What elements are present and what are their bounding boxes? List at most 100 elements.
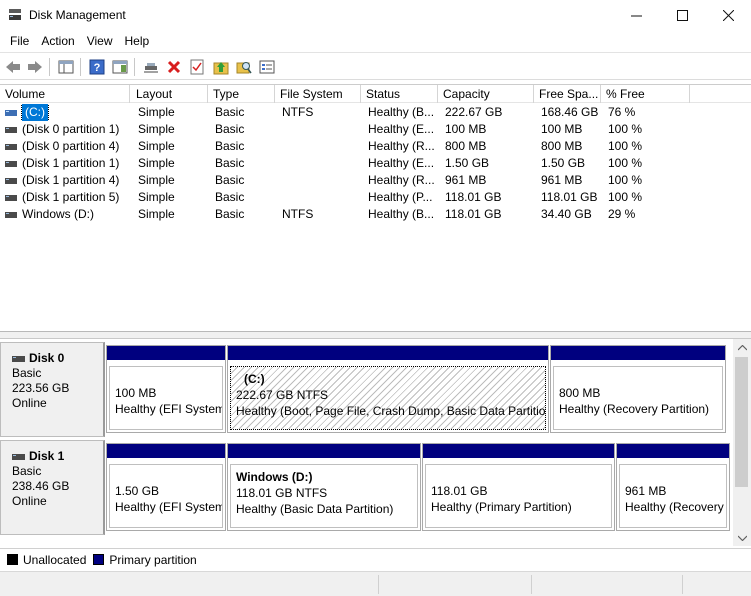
toolbar: ? <box>0 52 751 80</box>
volume-name: (Disk 0 partition 4) <box>22 139 120 153</box>
volume-icon <box>5 160 17 167</box>
partition-size: 961 MB <box>625 484 667 498</box>
partition-size: 1.50 GB <box>115 484 160 498</box>
volume-list: Volume Layout Type File System Status Ca… <box>0 84 751 331</box>
partition-size: 118.01 GB NTFS <box>236 486 328 500</box>
cell-volume: (Disk 1 partition 5) <box>0 189 130 206</box>
legend-swatch-primary <box>93 554 105 565</box>
disk-0-partition-1[interactable]: 100 MB Healthy (EFI System <box>106 345 226 433</box>
col-type[interactable]: Type <box>208 85 275 103</box>
maximize-button[interactable] <box>659 0 705 30</box>
cell-layout: Simple <box>138 190 175 204</box>
cell-free-space: 100 MB <box>541 122 583 136</box>
disk-graphical-view: Disk 0 Basic 223.56 GB Online 100 MB Hea… <box>0 339 733 546</box>
menu-bar: File Action View Help <box>0 30 751 52</box>
move-up-icon[interactable] <box>212 58 230 76</box>
maximize-icon <box>676 9 688 21</box>
menu-action[interactable]: Action <box>35 34 80 48</box>
close-button[interactable] <box>705 0 751 30</box>
minimize-icon <box>630 15 642 16</box>
help-icon[interactable]: ? <box>88 58 106 76</box>
cell-volume: (Disk 0 partition 1) <box>0 121 130 138</box>
cell-free-space: 34.40 GB <box>541 207 592 221</box>
cell-file-system <box>275 189 361 206</box>
scroll-up-icon[interactable] <box>733 339 751 356</box>
disk-icon <box>12 453 25 460</box>
col-capacity[interactable]: Capacity <box>438 85 534 103</box>
disk-1-partition-1[interactable]: 1.50 GB Healthy (EFI System <box>106 443 226 531</box>
col-percent-free[interactable]: % Free <box>601 85 690 103</box>
scroll-down-icon[interactable] <box>733 529 751 546</box>
menu-file[interactable]: File <box>4 34 35 48</box>
volume-name: (C:) <box>21 104 49 121</box>
cell-layout: Simple <box>138 105 175 119</box>
table-row[interactable]: (Disk 0 partition 4) Simple Basic Healthy (… <box>0 138 751 155</box>
table-row[interactable]: Windows (D:) Simple Basic NTFS Healthy (B...… <box>0 206 751 223</box>
col-free-space[interactable]: Free Spa... <box>534 85 601 103</box>
table-row[interactable]: (Disk 1 partition 1) Simple Basic Healthy (… <box>0 155 751 172</box>
disk-0-label[interactable]: Disk 0 Basic 223.56 GB Online <box>0 342 105 437</box>
disk-0-partition-c[interactable]: (C:) 222.67 GB NTFS Healthy (Boot, Page … <box>227 345 549 433</box>
back-icon[interactable] <box>4 58 22 76</box>
cell-type: Basic <box>215 122 245 136</box>
partition-status: Healthy (EFI System <box>115 402 223 416</box>
table-row[interactable]: (C:) Simple Basic NTFS Healthy (B... 222.67 G… <box>0 104 751 121</box>
disk-1-partition-5[interactable]: 118.01 GB Healthy (Primary Partition) <box>422 443 615 531</box>
scrollbar-thumb[interactable] <box>735 357 748 487</box>
pane-splitter[interactable] <box>0 331 751 339</box>
disk-0-state: Online <box>12 396 47 410</box>
volume-name: (Disk 0 partition 1) <box>22 122 120 136</box>
disk-0-partition-4[interactable]: 800 MB Healthy (Recovery Partition) <box>550 345 726 433</box>
table-row[interactable]: (Disk 0 partition 1) Simple Basic Healthy (… <box>0 121 751 138</box>
volume-icon <box>5 177 17 184</box>
cell-type: Basic <box>215 207 245 221</box>
vertical-scrollbar[interactable] <box>733 339 751 546</box>
cell-type: Basic <box>215 105 245 119</box>
connect-icon[interactable] <box>142 58 160 76</box>
cell-free-space: 1.50 GB <box>541 156 586 170</box>
table-row[interactable]: (Disk 1 partition 5) Simple Basic Healthy (… <box>0 189 751 206</box>
close-icon <box>722 9 734 21</box>
disk-1-label[interactable]: Disk 1 Basic 238.46 GB Online <box>0 440 105 535</box>
col-layout[interactable]: Layout <box>131 85 208 103</box>
cell-percent-free: 100 % <box>608 156 643 170</box>
action-pane-icon[interactable] <box>111 58 129 76</box>
cell-type: Basic <box>215 139 245 153</box>
console-tree-icon[interactable] <box>57 58 75 76</box>
cell-status: Healthy (R... <box>368 139 435 153</box>
properties-icon[interactable] <box>258 58 276 76</box>
legend: Unallocated Primary partition <box>0 548 751 570</box>
minimize-button[interactable] <box>613 0 659 30</box>
volume-icon <box>5 211 17 218</box>
legend-swatch-unallocated <box>7 554 18 565</box>
table-row[interactable]: (Disk 1 partition 4) Simple Basic Healthy (… <box>0 172 751 189</box>
disk-1-partition-4[interactable]: 961 MB Healthy (Recovery <box>616 443 730 531</box>
cell-capacity: 118.01 GB <box>445 190 502 204</box>
menu-view[interactable]: View <box>81 34 119 48</box>
menu-help[interactable]: Help <box>119 34 156 48</box>
partition-status: Healthy (Primary Partition) <box>431 500 572 514</box>
volume-name: (Disk 1 partition 1) <box>22 156 120 170</box>
forward-icon[interactable] <box>26 58 44 76</box>
cell-volume: (Disk 0 partition 4) <box>0 138 130 155</box>
col-status[interactable]: Status <box>361 85 438 103</box>
cell-volume: (Disk 1 partition 1) <box>0 155 130 172</box>
cell-status: Healthy (B... <box>368 105 435 119</box>
cell-percent-free: 100 % <box>608 139 643 153</box>
col-volume[interactable]: Volume <box>0 85 130 103</box>
cell-percent-free: 100 % <box>608 190 643 204</box>
cell-volume: (C:) <box>0 104 130 121</box>
partition-size: 800 MB <box>559 386 601 400</box>
disk-1-type: Basic <box>12 464 42 478</box>
disk-0-size: 223.56 GB <box>12 381 70 395</box>
cell-volume: Windows (D:) <box>0 206 130 223</box>
disk-1-partition-windows-d[interactable]: Windows (D:) 118.01 GB NTFS Healthy (Bas… <box>227 443 421 531</box>
partition-status: Healthy (Recovery <box>625 500 724 514</box>
checklist-icon[interactable] <box>188 58 206 76</box>
cell-layout: Simple <box>138 122 175 136</box>
search-folder-icon[interactable] <box>235 58 253 76</box>
col-file-system[interactable]: File System <box>275 85 361 103</box>
cell-capacity: 961 MB <box>445 173 487 187</box>
cell-percent-free: 100 % <box>608 173 643 187</box>
delete-icon[interactable] <box>165 58 183 76</box>
